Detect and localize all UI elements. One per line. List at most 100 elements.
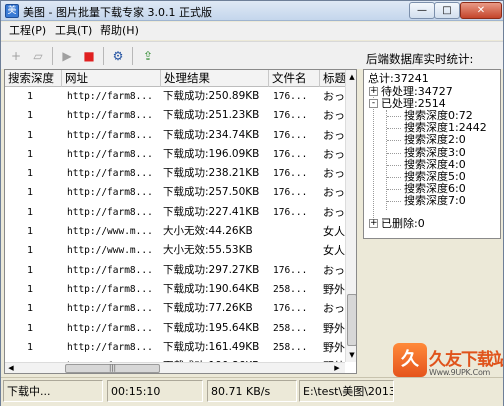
title-bar[interactable]: 美 美图 - 图片批量下载专家 3.0.1 正式版 — □ ✕ [1, 1, 503, 21]
table-row[interactable]: 1 http://farm8... 下载成功:195.64KB 258... 野外 [5, 319, 345, 338]
status-speed: 80.71 KB/s [207, 380, 297, 402]
tree-node-depth-3[interactable]: 搜索深度3:0 [404, 146, 466, 159]
tree-line [387, 140, 401, 142]
cell-title: おっ [323, 205, 345, 219]
tree-node-depth-7[interactable]: 搜索深度7:0 [404, 195, 466, 207]
expand-icon[interactable]: + [369, 87, 378, 96]
cell-title: おっ [323, 302, 345, 316]
cell-depth: 1 [27, 168, 34, 180]
stop-icon[interactable]: ■ [79, 47, 99, 65]
cell-title: おっ [323, 128, 345, 142]
cell-result: 下载成功:238.21KB [163, 167, 260, 180]
cell-title: 野外 [323, 321, 345, 335]
cell-result: 下载成功:227.41KB [163, 205, 260, 218]
cell-filename: 176... [273, 303, 308, 315]
horizontal-scroll-thumb[interactable]: ||| [65, 364, 160, 373]
watermark-url: Www.9UPK.Com [429, 368, 491, 377]
minimize-button[interactable]: — [409, 2, 435, 19]
tree-line [387, 201, 401, 203]
cell-title: おっ [323, 90, 345, 103]
table-row[interactable]: 1 http://farm8... 下载成功:238.21KB 176... おっ [5, 164, 345, 183]
tree-node-depth-2[interactable]: 搜索深度2:0 [404, 134, 466, 146]
cell-depth: 1 [27, 264, 34, 276]
cell-url: http://farm8... [67, 322, 153, 334]
table-row[interactable]: 1 http://farm8... 下载成功:257.50KB 176... おっ [5, 183, 345, 202]
cell-filename: 176... [273, 187, 308, 199]
cell-title: 女人 [323, 244, 345, 258]
table-row[interactable]: 1 http://farm8... 下载成功:161.49KB 258... 野外 [5, 338, 345, 357]
cell-url: http://farm8... [67, 168, 153, 180]
cell-result: 下载成功:297.27KB [163, 263, 260, 276]
play-icon[interactable]: ▶ [57, 47, 77, 65]
menu-project[interactable]: 工程(P) [9, 24, 46, 38]
cell-title: おっ [323, 147, 345, 161]
status-save-path: E:\test\美图\2013 [299, 380, 394, 402]
cell-result: 下载成功:250.89KB [163, 90, 260, 102]
cell-url: http://farm8... [67, 129, 153, 141]
tree-node-depth-4[interactable]: 搜索深度4:0 [404, 158, 466, 171]
maximize-button[interactable]: □ [434, 2, 460, 19]
table-row[interactable]: 1 http://farm8... 下载成功:297.27KB 176... おっ [5, 261, 345, 280]
column-header-url[interactable]: 网址 [62, 70, 161, 87]
cell-url: http://farm8... [67, 264, 153, 276]
toolbar-separator [132, 47, 133, 65]
menu-help[interactable]: 帮助(H) [100, 24, 139, 38]
cell-filename: 176... [273, 264, 308, 276]
table-row[interactable]: 1 http://farm8... 下载成功:196.09KB 176... おっ [5, 145, 345, 164]
tree-node-total[interactable]: 总计:37241 [368, 73, 429, 85]
cell-url: http://farm8... [67, 110, 153, 122]
collapse-icon[interactable]: - [369, 99, 378, 108]
stats-tree[interactable]: 总计:37241 + 待处理:34727 - 已处理:2514 搜索深度0:72… [363, 69, 501, 239]
window-title: 美图 - 图片批量下载专家 3.0.1 正式版 [23, 6, 212, 19]
table-row[interactable]: 1 http://farm8... 下载成功:234.74KB 176... おっ [5, 126, 345, 145]
tree-node-deleted[interactable]: 已删除:0 [381, 218, 425, 230]
scroll-up-arrow-icon[interactable]: ▲ [346, 70, 356, 84]
cell-url: http://www.m... [67, 245, 153, 257]
export-icon[interactable]: ⇪ [138, 47, 158, 65]
add-icon[interactable]: + [6, 47, 26, 65]
cell-title: 野外 [323, 282, 345, 296]
table-row[interactable]: 1 http://www.m... 大小无效:55.53KB 女人 [5, 241, 345, 260]
stats-panel-title: 后端数据库实时统计: [366, 52, 474, 66]
scroll-down-arrow-icon[interactable]: ▼ [346, 348, 356, 362]
cell-result: 下载成功:234.74KB [163, 128, 260, 141]
cell-filename: 176... [273, 110, 308, 122]
column-header-title[interactable]: 标题 [320, 70, 345, 87]
table-row[interactable]: 1 http://farm8... 下载成功:77.26KB 176... おっ [5, 299, 345, 318]
cell-depth: 1 [27, 341, 34, 353]
folder-open-icon[interactable]: ▱ [28, 47, 48, 65]
list-header: 搜索深度 网址 处理结果 文件名 标题 [5, 70, 345, 87]
table-row[interactable]: 1 http://farm8... 下载成功:190.64KB 258... 野外 [5, 280, 345, 299]
cell-filename: 176... [273, 206, 308, 218]
download-list[interactable]: 搜索深度 网址 处理结果 文件名 标题 1 http://farm8... 下载成功… [4, 69, 357, 374]
cell-depth: 1 [27, 322, 34, 334]
cell-url: http://farm8... [67, 303, 153, 315]
horizontal-scrollbar[interactable]: ◀ ||| ▶ [5, 362, 345, 373]
cell-filename: 176... [273, 129, 308, 141]
table-row[interactable]: 1 http://www.m... 大小无效:44.26KB 女人 [5, 222, 345, 241]
cell-depth: 1 [27, 91, 34, 102]
column-header-depth[interactable]: 搜索深度 [5, 70, 62, 87]
column-header-filename[interactable]: 文件名 [269, 70, 320, 87]
menu-tools[interactable]: 工具(T) [55, 24, 92, 38]
settings-icon[interactable]: ⚙ [108, 47, 128, 65]
toolbar-separator [103, 47, 104, 65]
menu-bar: 工程(P) 工具(T) 帮助(H) [1, 22, 503, 40]
close-button[interactable]: ✕ [460, 2, 502, 19]
vertical-scrollbar[interactable]: ▲ ▼ [345, 70, 356, 362]
cell-depth: 1 [27, 206, 34, 218]
cell-depth: 1 [27, 226, 34, 238]
scroll-left-arrow-icon[interactable]: ◀ [5, 363, 17, 373]
table-row[interactable]: 1 http://farm8... 下载成功:251.23KB 176... おっ [5, 106, 345, 125]
watermark: 久 久友下载站 Www.9UPK.Com [389, 341, 503, 401]
cell-title: 野外 [323, 340, 345, 354]
cell-filename: 176... [273, 148, 308, 160]
expand-icon[interactable]: + [369, 219, 378, 228]
cell-result: 下载成功:195.64KB [163, 321, 260, 334]
table-row[interactable]: 1 http://farm8... 下载成功:227.41KB 176... おっ [5, 203, 345, 222]
cell-filename: 258... [273, 283, 308, 295]
column-header-result[interactable]: 处理结果 [161, 70, 269, 87]
scroll-right-arrow-icon[interactable]: ▶ [331, 363, 343, 373]
table-row[interactable]: 1 http://farm8... 下载成功:250.89KB 176... おっ [5, 87, 345, 106]
vertical-scroll-thumb[interactable] [347, 294, 356, 346]
